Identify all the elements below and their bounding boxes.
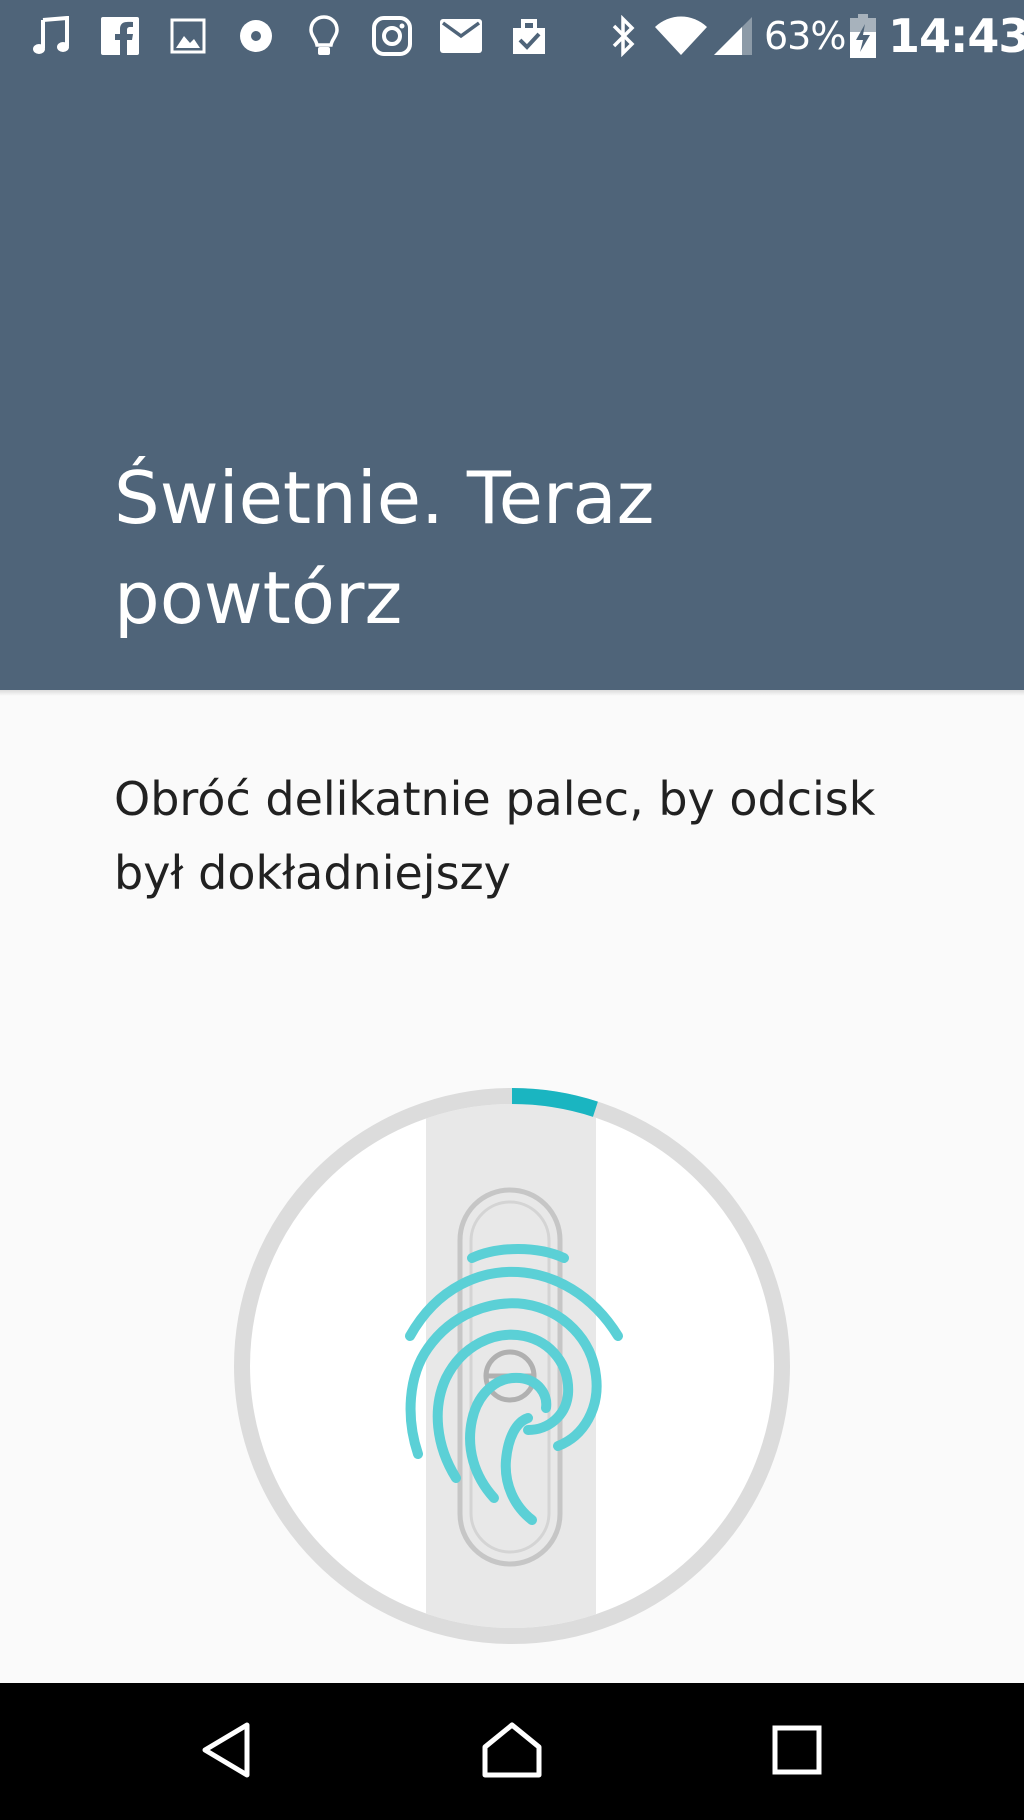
page-title: Świetnie. Teraz powtórz <box>114 456 655 640</box>
instagram-icon <box>370 14 414 58</box>
recents-button[interactable] <box>722 1683 872 1820</box>
home-icon <box>481 1721 543 1783</box>
mail-icon <box>438 14 484 58</box>
battery-charging-icon <box>846 14 880 58</box>
disc-icon <box>234 14 278 58</box>
image-icon <box>166 14 210 58</box>
music-note-icon <box>30 14 74 58</box>
recents-icon <box>772 1725 822 1779</box>
cellular-signal-icon <box>710 14 756 58</box>
status-bar: 63% 14:43 <box>0 0 1024 72</box>
back-button[interactable] <box>152 1683 302 1820</box>
lightbulb-icon <box>302 14 346 58</box>
fingerprint-enrollment-figure <box>232 1086 792 1646</box>
home-button[interactable] <box>437 1683 587 1820</box>
wifi-icon <box>652 14 710 58</box>
clock: 14:43 <box>888 9 1024 63</box>
clipboard-check-icon <box>506 14 552 58</box>
battery-percentage: 63% <box>764 14 846 58</box>
facebook-icon <box>98 14 142 58</box>
instruction-text: Obróć delikatnie palec, by odcisk był do… <box>114 772 876 900</box>
header-shadow <box>0 690 1024 696</box>
navigation-bar <box>0 1683 1024 1820</box>
back-icon <box>199 1721 255 1783</box>
header: 63% 14:43 Świetnie. Teraz powtórz <box>0 0 1024 690</box>
bluetooth-icon <box>604 14 644 58</box>
